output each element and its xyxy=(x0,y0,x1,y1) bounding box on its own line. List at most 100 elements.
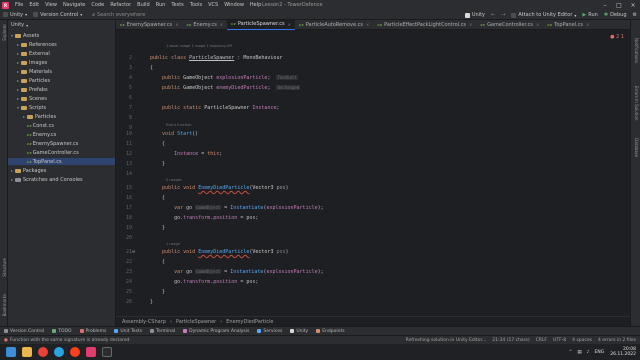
yandex-browser-icon[interactable] xyxy=(70,347,80,357)
indent-setting[interactable]: 4 spaces xyxy=(572,338,592,343)
editor-tab[interactable]: C# Enemy.cs × xyxy=(183,20,228,30)
input-language[interactable]: ENG xyxy=(595,350,605,355)
editor-tab[interactable]: C# ParticleEffectPackLightControl.cs × xyxy=(373,20,476,30)
folder-item[interactable]: ▸ Particles xyxy=(8,113,115,120)
back-icon[interactable]: ← xyxy=(488,10,498,20)
error-count[interactable]: 4 errors in 2 files xyxy=(598,338,636,343)
folder-item[interactable]: ▸ Images xyxy=(8,59,115,66)
menu-tools[interactable]: Tools xyxy=(187,2,205,8)
folder-item[interactable]: ▸ Scratches and Consoles xyxy=(8,176,115,183)
database-tool-tab[interactable]: Database xyxy=(634,138,639,157)
breadcrumb-item[interactable]: ParticleSpawner xyxy=(176,319,216,325)
close-tab-icon[interactable]: × xyxy=(175,22,178,27)
file-item[interactable]: C# GameController.cs xyxy=(8,149,115,156)
menu-build[interactable]: Build xyxy=(134,2,153,8)
file-item[interactable]: C# Const.cs xyxy=(8,122,115,129)
folder-item[interactable]: ▾ Assets xyxy=(8,32,115,39)
breadcrumb-item[interactable]: Assembly-CSharp xyxy=(122,319,166,325)
tool-unity[interactable]: Unity xyxy=(286,329,312,334)
editor-tab[interactable]: C# TopPanel.cs × xyxy=(543,20,593,30)
close-tab-icon[interactable]: × xyxy=(469,22,472,27)
tool-version-control[interactable]: Version Control xyxy=(0,329,48,334)
rider-taskbar-icon[interactable] xyxy=(86,347,96,357)
tool-dynamic-program-analysis[interactable]: Dynamic Program Analysis xyxy=(179,329,253,334)
usage-hint[interactable]: 1 usage xyxy=(166,242,180,246)
network-icon[interactable]: ▤ xyxy=(577,350,581,355)
background-task[interactable]: Refreshing solution in Unity Editor... xyxy=(406,338,487,343)
editor-tab[interactable]: C# ParticleSpawner.cs × xyxy=(227,19,295,30)
menu-file[interactable]: File xyxy=(12,2,26,8)
editor-tab[interactable]: C# ParticleAutoRemove.cs × xyxy=(295,20,373,30)
volume-icon[interactable]: ♪ xyxy=(587,350,590,355)
tool-todo[interactable]: TODO xyxy=(48,329,75,334)
event-function-hint[interactable]: Event function xyxy=(166,123,191,127)
tool-services[interactable]: Services xyxy=(253,329,286,334)
unity-taskbar-icon[interactable] xyxy=(102,347,112,357)
editor-tab[interactable]: C# GameController.cs × xyxy=(476,20,543,30)
line-separator[interactable]: CRLF xyxy=(536,338,547,343)
tool-problems[interactable]: Problems xyxy=(76,329,111,334)
file-item[interactable]: C# Enemy.cs xyxy=(8,131,115,138)
menu-view[interactable]: View xyxy=(42,2,60,8)
file-explorer-icon[interactable] xyxy=(22,347,32,357)
tool-endpoints[interactable]: Endpoints xyxy=(312,329,348,334)
breadcrumb-item[interactable]: EnemyDiedParticle xyxy=(226,319,273,325)
chrome-icon[interactable] xyxy=(38,347,48,357)
menu-tests[interactable]: Tests xyxy=(168,2,186,8)
tool-unit-tests[interactable]: Unit Tests xyxy=(110,329,146,334)
menu-navigate[interactable]: Navigate xyxy=(60,2,88,8)
folder-item[interactable]: ▸ Prefabs xyxy=(8,86,115,93)
vcs-widget[interactable]: Version Control ▾ xyxy=(30,10,85,20)
close-tab-icon[interactable]: × xyxy=(366,22,369,27)
search-everywhere[interactable]: ⌕ Search everywhere xyxy=(89,10,148,20)
forward-icon[interactable]: → xyxy=(498,10,508,20)
menu-vcs[interactable]: VCS xyxy=(205,2,221,8)
folder-item[interactable]: ▸ Materials xyxy=(8,68,115,75)
explorer-tool-tab[interactable]: Explorer xyxy=(2,24,7,41)
close-icon[interactable]: × xyxy=(626,0,640,10)
menu-refactor[interactable]: Refactor xyxy=(107,2,134,8)
close-tab-icon[interactable]: × xyxy=(288,22,291,27)
notifications-tool-tab[interactable]: Notifications xyxy=(634,38,639,63)
maximize-icon[interactable]: □ xyxy=(612,0,626,10)
menu-edit[interactable]: Edit xyxy=(26,2,42,8)
status-message[interactable]: Function with the same signature is alre… xyxy=(10,338,129,343)
run-button[interactable]: ▶ Run xyxy=(579,10,600,20)
problems-indicator[interactable]: ● 2 1 xyxy=(610,34,624,40)
folder-item[interactable]: ▸ Scenes xyxy=(8,95,115,102)
menu-run[interactable]: Run xyxy=(153,2,169,8)
hammer-icon[interactable]: ⚒ xyxy=(132,249,135,255)
close-tab-icon[interactable]: × xyxy=(586,22,589,27)
minimize-icon[interactable]: – xyxy=(598,0,612,10)
caret-position[interactable]: 21:34 (17 chars) xyxy=(492,338,529,343)
project-selector[interactable]: Unity ▾ xyxy=(0,10,30,20)
windows-start-icon[interactable] xyxy=(6,347,16,357)
code-editor[interactable]: ● 2 1 1 asset usage 1 usage 1 exposing A… xyxy=(116,30,630,316)
file-encoding[interactable]: UTF-8 xyxy=(553,338,566,343)
settings-icon[interactable]: ⚙ xyxy=(630,10,640,20)
structure-tool-tab[interactable]: Structure xyxy=(2,258,7,277)
telegram-icon[interactable] xyxy=(54,347,64,357)
run-config-selector[interactable]: Attach to Unity Editor ▾ xyxy=(508,10,579,20)
class-usage-hint[interactable]: 1 asset usage 1 usage 1 exposing API xyxy=(166,44,232,48)
errors-in-solution-tool-tab[interactable]: Errors In Solution xyxy=(634,86,639,120)
unity-connection-button[interactable]: Unity xyxy=(462,10,488,20)
file-item[interactable]: C# EnemySpawner.cs xyxy=(8,140,115,147)
folder-item[interactable]: ▸ Packages xyxy=(8,167,115,174)
bookmarks-tool-tab[interactable]: Bookmarks xyxy=(2,294,7,316)
folder-item[interactable]: ▸ References xyxy=(8,41,115,48)
usages-hint[interactable]: 2 usages xyxy=(166,178,182,182)
clock[interactable]: 20:08 26.11.2022 xyxy=(610,347,636,358)
folder-item[interactable]: ▾ Scripts xyxy=(8,104,115,111)
close-tab-icon[interactable]: × xyxy=(220,22,223,27)
folder-item[interactable]: ▸ External xyxy=(8,50,115,57)
menu-code[interactable]: Code xyxy=(88,2,107,8)
tool-terminal[interactable]: Terminal xyxy=(146,329,179,334)
explorer-header[interactable]: Unity ▾ xyxy=(8,20,115,30)
editor-tab[interactable]: C# EnemySpawner.cs × xyxy=(116,20,183,30)
debug-button[interactable]: ✱ Debug xyxy=(601,10,630,20)
close-tab-icon[interactable]: × xyxy=(536,22,539,27)
menu-window[interactable]: Window xyxy=(221,2,247,8)
chevron-up-icon[interactable]: ⌃ xyxy=(569,350,573,355)
file-item[interactable]: C# TopPanel.cs xyxy=(8,158,115,165)
